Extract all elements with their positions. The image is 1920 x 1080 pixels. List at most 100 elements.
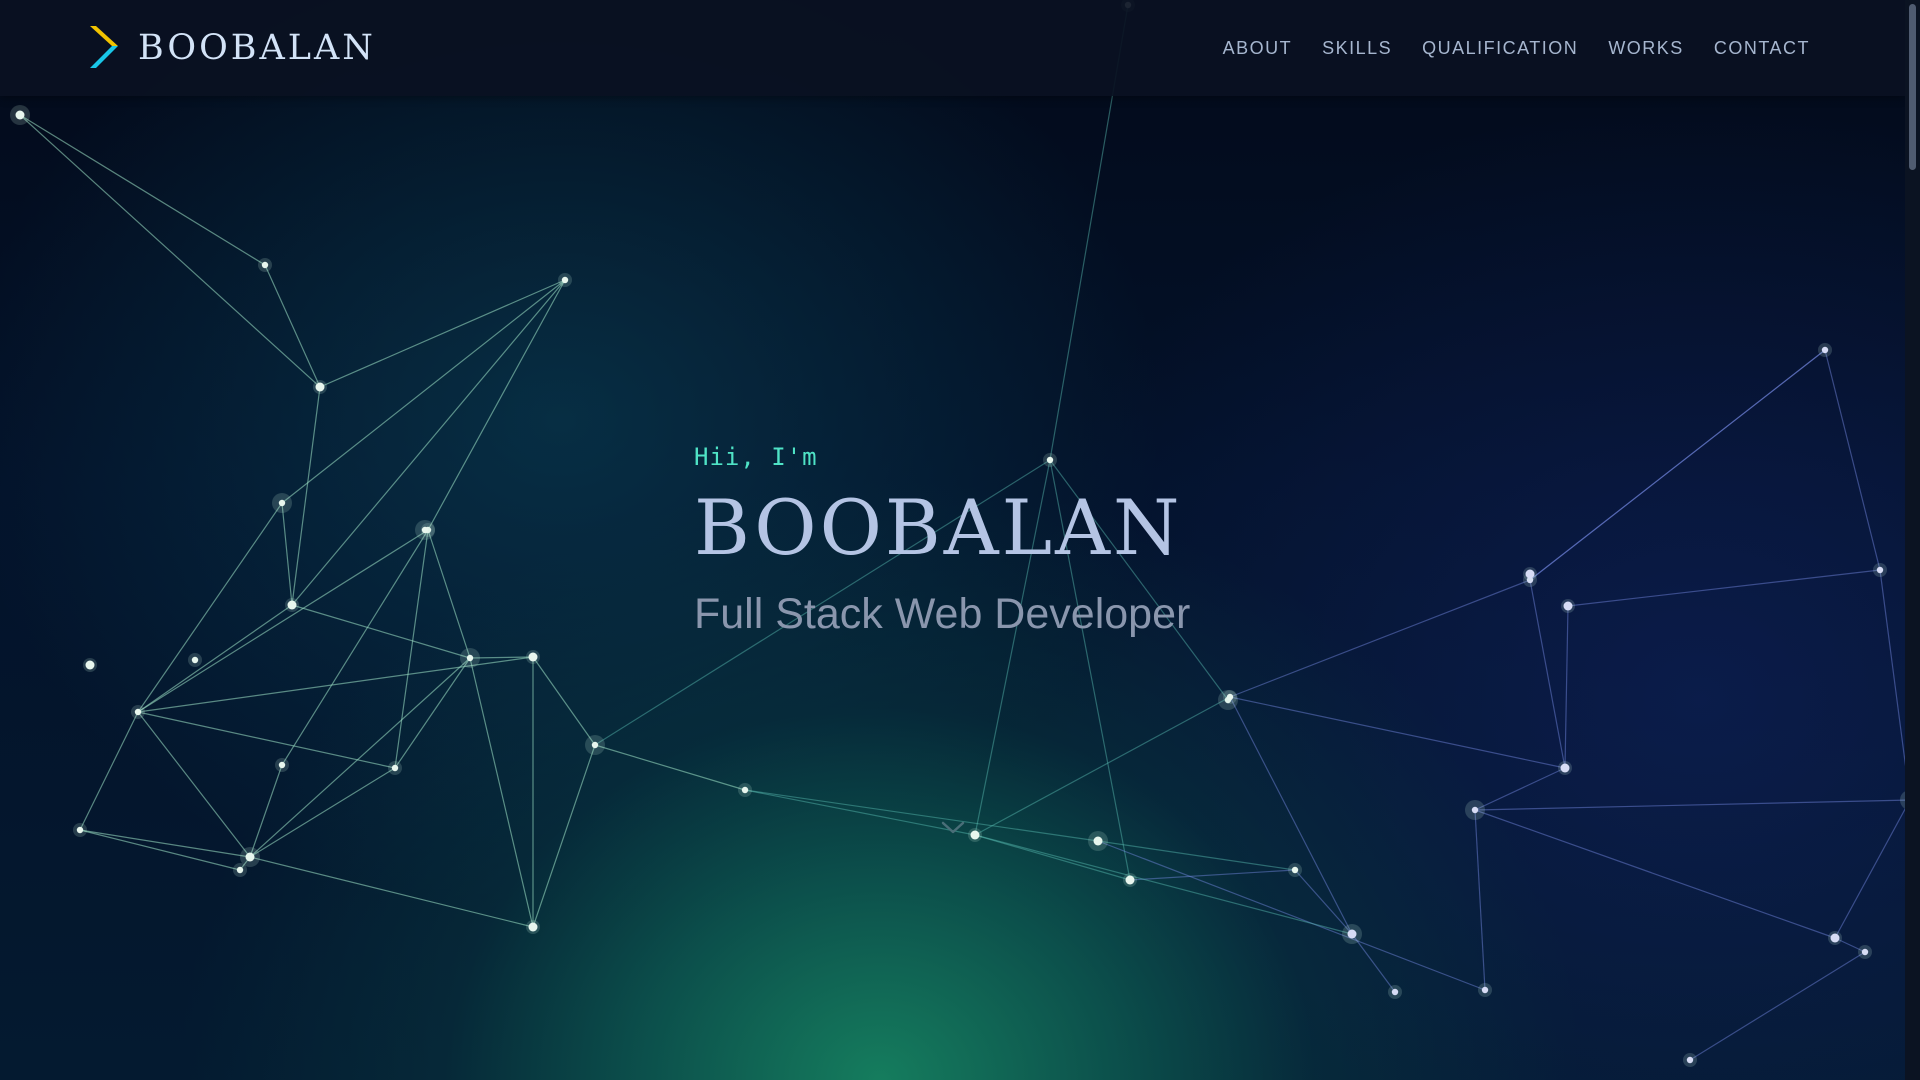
network-node [1471, 806, 1479, 814]
network-node [1876, 566, 1884, 574]
network-line [249, 856, 534, 928]
network-node [1226, 693, 1234, 701]
network-node [561, 276, 569, 284]
network-line [137, 529, 429, 713]
nav-link-qualification[interactable]: QUALIFICATION [1422, 38, 1578, 59]
network-node [741, 786, 749, 794]
network-node [287, 600, 297, 610]
network-node [591, 741, 599, 749]
network-line [974, 696, 1231, 836]
nav-menu: ABOUT SKILLS QUALIFICATION WORKS CONTACT [1223, 0, 1810, 96]
network-line [137, 711, 396, 769]
logo[interactable]: BOOBALAN [90, 24, 376, 72]
network-node [1686, 1056, 1694, 1064]
hero: Hii, I'm BOOBALAN Full Stack Web Develop… [694, 440, 1190, 642]
scrollbar[interactable] [1905, 0, 1920, 1080]
network-line [79, 829, 241, 871]
network-line [1564, 605, 1569, 769]
network-line [281, 502, 293, 606]
network-line [1351, 933, 1396, 993]
scrollbar-thumb[interactable] [1909, 4, 1916, 170]
network-node [528, 652, 538, 662]
network-node [1861, 948, 1869, 956]
network-node [1125, 875, 1135, 885]
navbar: BOOBALAN ABOUT SKILLS QUALIFICATION WORK… [0, 0, 1905, 96]
network-node [15, 110, 25, 120]
nav-link-contact[interactable]: CONTACT [1714, 38, 1810, 59]
network-line [291, 279, 566, 606]
network-node [1525, 569, 1535, 579]
network-line [19, 114, 266, 266]
network-line [1567, 569, 1881, 607]
network-node [1347, 929, 1357, 939]
page: BOOBALAN ABOUT SKILLS QUALIFICATION WORK… [0, 0, 1920, 1080]
network-node [1563, 601, 1573, 611]
network-node [528, 922, 538, 932]
network-line [1834, 799, 1911, 939]
network-node [236, 866, 244, 874]
network-node [245, 852, 255, 862]
network-node [1481, 986, 1489, 994]
network-line [1474, 799, 1911, 811]
network-line [79, 829, 251, 858]
network-line [427, 529, 471, 659]
network-line [281, 529, 429, 766]
network-line [79, 711, 139, 831]
network-line [137, 711, 251, 858]
network-line [249, 657, 471, 858]
network-line [264, 264, 321, 388]
network-line [319, 279, 566, 388]
network-node [1093, 836, 1103, 846]
network-line [19, 114, 321, 388]
network-node [1391, 988, 1399, 996]
network-line [594, 744, 746, 791]
network-line [1824, 349, 1881, 571]
chevron-right-icon [90, 26, 118, 68]
network-node [466, 654, 474, 662]
network-node [278, 499, 286, 507]
network-line [469, 657, 534, 928]
network-line [1229, 696, 1566, 769]
network-line [291, 604, 471, 659]
network-line [1129, 869, 1296, 881]
network-line [1474, 809, 1836, 939]
network-line [1097, 840, 1486, 991]
network-node [1821, 346, 1829, 354]
network-line [249, 767, 396, 858]
network-line [394, 529, 429, 769]
network-line [1229, 579, 1531, 698]
network-node [261, 261, 269, 269]
network-line [427, 279, 566, 531]
network-node [1291, 866, 1299, 874]
hero-name: BOOBALAN [694, 483, 1183, 572]
network-node [970, 830, 980, 840]
nav-link-skills[interactable]: SKILLS [1322, 38, 1392, 59]
network-node [191, 656, 199, 664]
network-node [1830, 933, 1840, 943]
network-node [278, 761, 286, 769]
logo-text: BOOBALAN [138, 28, 376, 68]
network-line [1689, 951, 1866, 1061]
network-node [315, 382, 325, 392]
network-line [532, 656, 596, 746]
network-node [76, 826, 84, 834]
network-line [1529, 579, 1566, 769]
hero-role: Full Stack Web Developer [694, 590, 1191, 638]
network-line [291, 386, 321, 606]
network-node [421, 526, 429, 534]
chevron-down-icon[interactable] [940, 818, 966, 838]
network-line [137, 502, 283, 713]
network-line [1474, 809, 1486, 991]
network-line [974, 834, 1353, 935]
network-node [85, 660, 95, 670]
network-line [1529, 349, 1826, 581]
hero-greeting: Hii, I'm [694, 443, 818, 471]
network-line [1474, 767, 1566, 811]
network-node [134, 708, 142, 716]
nav-link-about[interactable]: ABOUT [1223, 38, 1293, 59]
nav-link-works[interactable]: WORKS [1608, 38, 1684, 59]
network-line [137, 604, 293, 713]
network-line [532, 744, 596, 928]
network-node [391, 764, 399, 772]
network-node [1560, 763, 1570, 773]
